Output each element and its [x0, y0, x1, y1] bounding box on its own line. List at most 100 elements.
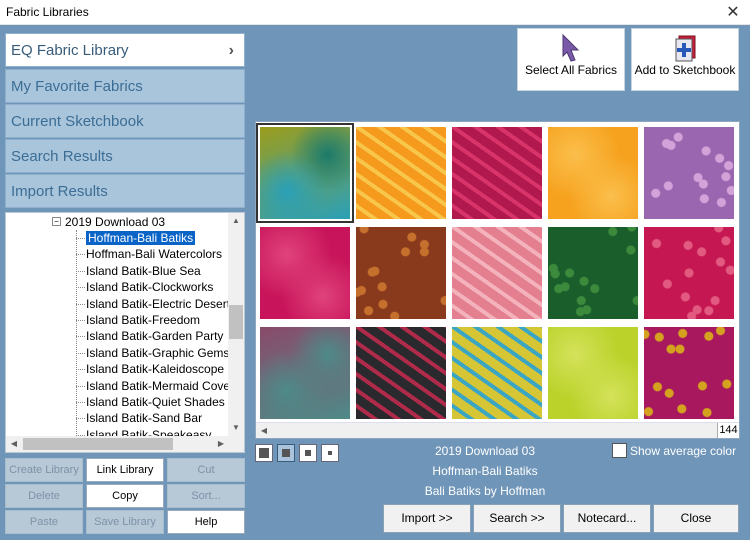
scroll-left-icon[interactable]: ◀: [6, 436, 22, 452]
help-button[interactable]: Help: [167, 510, 245, 534]
link-library-button[interactable]: Link Library: [86, 458, 164, 482]
swatch-size-medium-button[interactable]: [299, 444, 317, 462]
fabric-swatch-1[interactable]: [256, 123, 354, 223]
fabric-swatch-15[interactable]: [644, 327, 734, 419]
delete-button[interactable]: Delete: [5, 484, 83, 508]
fabric-swatch-2[interactable]: [356, 127, 446, 219]
tree-item[interactable]: Island Batik-Kaleidoscope: [86, 361, 224, 377]
scroll-corner: [228, 436, 244, 452]
library-subtitle: Bali Batiks by Hoffman: [424, 484, 546, 498]
tab-import-results[interactable]: Import Results: [5, 174, 245, 208]
swatch-size-large-button[interactable]: [277, 444, 295, 462]
tree-connector: [76, 385, 85, 387]
add-to-sketchbook-label: Add to Sketchbook: [634, 63, 736, 77]
tree-item[interactable]: Island Batik-Mermaid Cove: [86, 378, 229, 394]
tree-item-label: Island Batik-Quiet Shades: [86, 395, 225, 409]
close-icon[interactable]: ✕: [716, 0, 750, 25]
tree-item[interactable]: Island Batik-Clockworks: [86, 279, 213, 295]
fabric-grid[interactable]: ◀ 144: [255, 121, 740, 439]
tab-label: EQ Fabric Library: [11, 42, 129, 59]
fabric-swatch-3[interactable]: [452, 127, 542, 219]
tree-item[interactable]: Hoffman-Bali Watercolors: [86, 246, 222, 262]
library-tree[interactable]: − 2019 Download 03 Hoffman-Bali Batiks Ho…: [5, 212, 245, 453]
tree-parent-node[interactable]: − 2019 Download 03: [50, 214, 220, 230]
grid-horizontal-scrollbar[interactable]: ◀ 144: [256, 422, 739, 438]
tree-vertical-scrollbar[interactable]: ▲ ▼: [228, 213, 244, 436]
tab-search-results[interactable]: Search Results: [5, 139, 245, 173]
fabric-swatch-7[interactable]: [356, 227, 446, 319]
fabric-swatch-12[interactable]: [356, 327, 446, 419]
fabric-swatch-4[interactable]: [548, 127, 638, 219]
scroll-thumb[interactable]: [23, 438, 173, 450]
tree-item[interactable]: Island Batik-Sand Bar: [86, 410, 202, 426]
collapse-icon[interactable]: −: [52, 217, 61, 226]
cut-button[interactable]: Cut: [167, 458, 245, 482]
create-library-button[interactable]: Create Library: [5, 458, 83, 482]
checkbox-box[interactable]: [612, 443, 627, 458]
tree-item[interactable]: Hoffman-Bali Batiks: [86, 230, 196, 246]
tree-connector: [76, 336, 85, 338]
tab-label: Import Results: [11, 183, 108, 200]
tree-item-label: Island Batik-Sand Bar: [86, 411, 203, 426]
tree-connector: [76, 254, 85, 256]
tree-connector: [76, 402, 85, 403]
swatch-size-xlarge-button[interactable]: [255, 444, 273, 462]
close-button[interactable]: Close: [653, 504, 739, 533]
import-button[interactable]: Import >>: [383, 504, 471, 533]
fabric-swatch-10[interactable]: [644, 227, 734, 319]
show-average-color-checkbox[interactable]: Show average color: [612, 443, 736, 458]
tree-item-label: Island Batik-Blue Sea: [86, 263, 201, 278]
tree-connector: [76, 230, 77, 436]
fabric-swatch-5[interactable]: [644, 127, 734, 219]
tree-item-label: Hoffman-Bali Watercolors: [86, 247, 223, 262]
tree-item-label: Island Batik-Kaleidoscope: [86, 362, 225, 377]
tree-item[interactable]: Island Batik-Blue Sea: [86, 263, 201, 279]
tree-item-label: Hoffman-Bali Batiks: [86, 231, 196, 245]
tree-item[interactable]: Island Batik-Freedom: [86, 312, 200, 328]
tree-item[interactable]: Island Batik-Graphic Gems: [86, 345, 229, 361]
tree-item[interactable]: Island Batik-Garden Party: [86, 328, 223, 344]
select-all-fabrics-button[interactable]: Select All Fabrics: [517, 28, 625, 91]
tree-horizontal-scrollbar[interactable]: ◀ ▶: [6, 436, 229, 452]
cursor-arrow-icon: [562, 33, 580, 62]
fabric-swatch-6[interactable]: [260, 227, 350, 319]
paste-button[interactable]: Paste: [5, 510, 83, 534]
add-to-sketchbook-button[interactable]: Add to Sketchbook: [631, 28, 739, 91]
tree-connector: [76, 369, 85, 371]
window-title: Fabric Libraries: [6, 5, 89, 19]
fabric-swatch-14[interactable]: [548, 327, 638, 419]
copy-button[interactable]: Copy: [86, 484, 164, 508]
tree-connector: [76, 352, 85, 354]
scroll-down-icon[interactable]: ▼: [228, 420, 244, 436]
swatch-size-small-button[interactable]: [321, 444, 339, 462]
fabric-swatch-8[interactable]: [452, 227, 542, 319]
scroll-thumb[interactable]: [229, 305, 243, 339]
scroll-right-icon[interactable]: ▶: [213, 436, 229, 452]
sort-button[interactable]: Sort...: [167, 484, 245, 508]
tree-rows: − 2019 Download 03 Hoffman-Bali Batiks Ho…: [6, 213, 229, 436]
tab-current-sketchbook[interactable]: Current Sketchbook: [5, 104, 245, 138]
search-button[interactable]: Search >>: [473, 504, 561, 533]
tree-item-label: Island Batik-Mermaid Cove: [86, 378, 229, 393]
tree-item[interactable]: Island Batik-Electric Desert: [86, 296, 229, 312]
tree-item[interactable]: Island Batik-Quiet Shades: [86, 394, 225, 410]
fabric-swatch-13[interactable]: [452, 327, 542, 419]
tree-item[interactable]: Island Batik-Speakeasy: [86, 427, 211, 436]
tree-item-label: Island Batik-Garden Party: [86, 329, 224, 344]
tree-connector: [76, 270, 85, 272]
tab-my-favorite-fabrics[interactable]: My Favorite Fabrics: [5, 69, 245, 103]
tab-label: Search Results: [11, 148, 113, 165]
tree-item-label: Island Batik-Speakeasy: [86, 427, 212, 436]
scroll-up-icon[interactable]: ▲: [228, 213, 244, 229]
library-name: Hoffman-Bali Batiks: [432, 464, 538, 478]
tab-label: My Favorite Fabrics: [11, 78, 143, 95]
tree-connector: [76, 320, 85, 321]
notecard-button[interactable]: Notecard...: [563, 504, 651, 533]
show-average-color-label: Show average color: [630, 444, 737, 458]
scroll-left-icon[interactable]: ◀: [256, 423, 272, 438]
select-all-label: Select All Fabrics: [524, 63, 618, 77]
fabric-swatch-11[interactable]: [260, 327, 350, 419]
save-library-button[interactable]: Save Library: [86, 510, 164, 534]
tab-eq-fabric-library[interactable]: EQ Fabric Library ›: [5, 33, 245, 67]
fabric-swatch-9[interactable]: [548, 227, 638, 319]
